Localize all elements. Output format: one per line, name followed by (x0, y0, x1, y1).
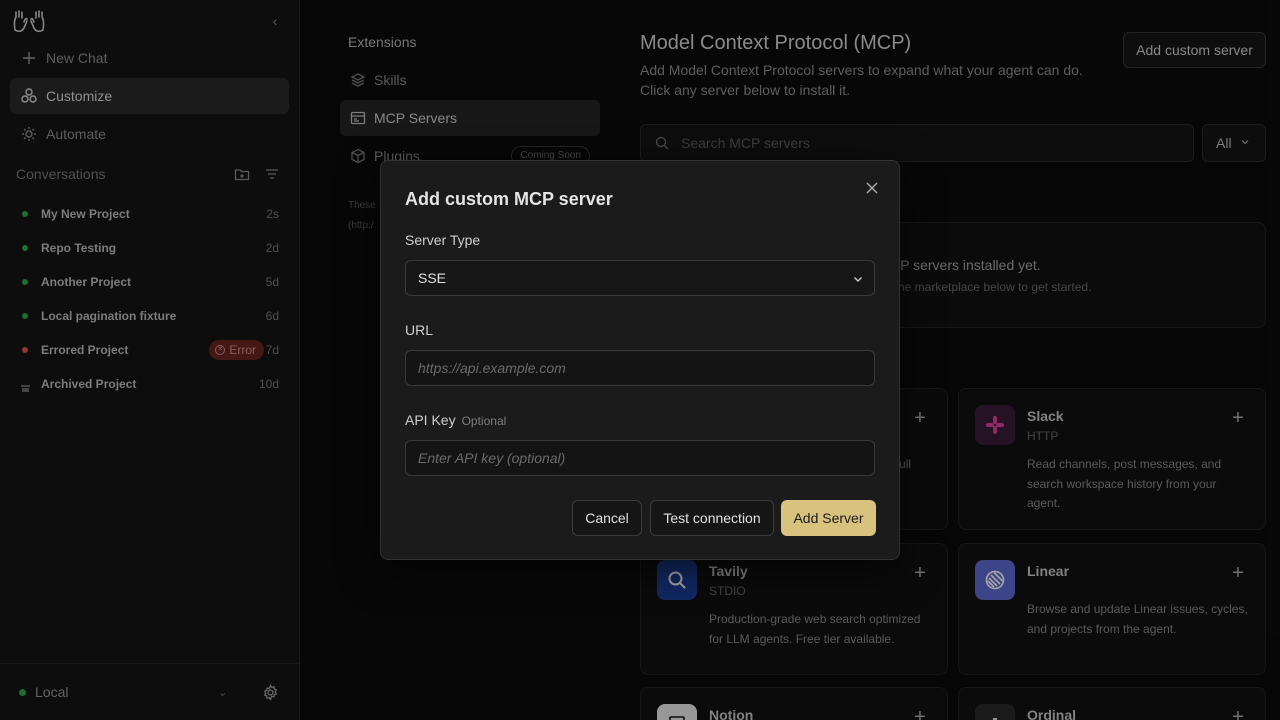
server-type-select[interactable]: SSE (405, 260, 875, 296)
server-type-value: SSE (418, 270, 447, 286)
add-server-button[interactable]: Add Server (781, 500, 876, 536)
api-key-placeholder: Enter API key (optional) (418, 450, 566, 466)
cancel-button[interactable]: Cancel (572, 500, 642, 536)
chevron-down-icon (852, 272, 864, 284)
url-label: URL (405, 322, 434, 338)
url-input[interactable]: https://api.example.com (405, 350, 875, 386)
close-icon[interactable] (863, 179, 881, 197)
app-window: ‹ New Chat Customize Automate Conversati… (0, 0, 1280, 720)
server-type-label: Server Type (405, 232, 481, 248)
add-custom-mcp-server-dialog: Add custom MCP server Server Type SSE UR… (380, 160, 900, 560)
optional-hint: Optional (461, 414, 507, 428)
api-key-label-text: API Key (405, 412, 456, 428)
dialog-title: Add custom MCP server (405, 189, 613, 209)
api-key-input[interactable]: Enter API key (optional) (405, 440, 875, 476)
test-connection-button[interactable]: Test connection (650, 500, 774, 536)
url-placeholder: https://api.example.com (418, 360, 566, 376)
api-key-label: API Key Optional (405, 412, 506, 428)
